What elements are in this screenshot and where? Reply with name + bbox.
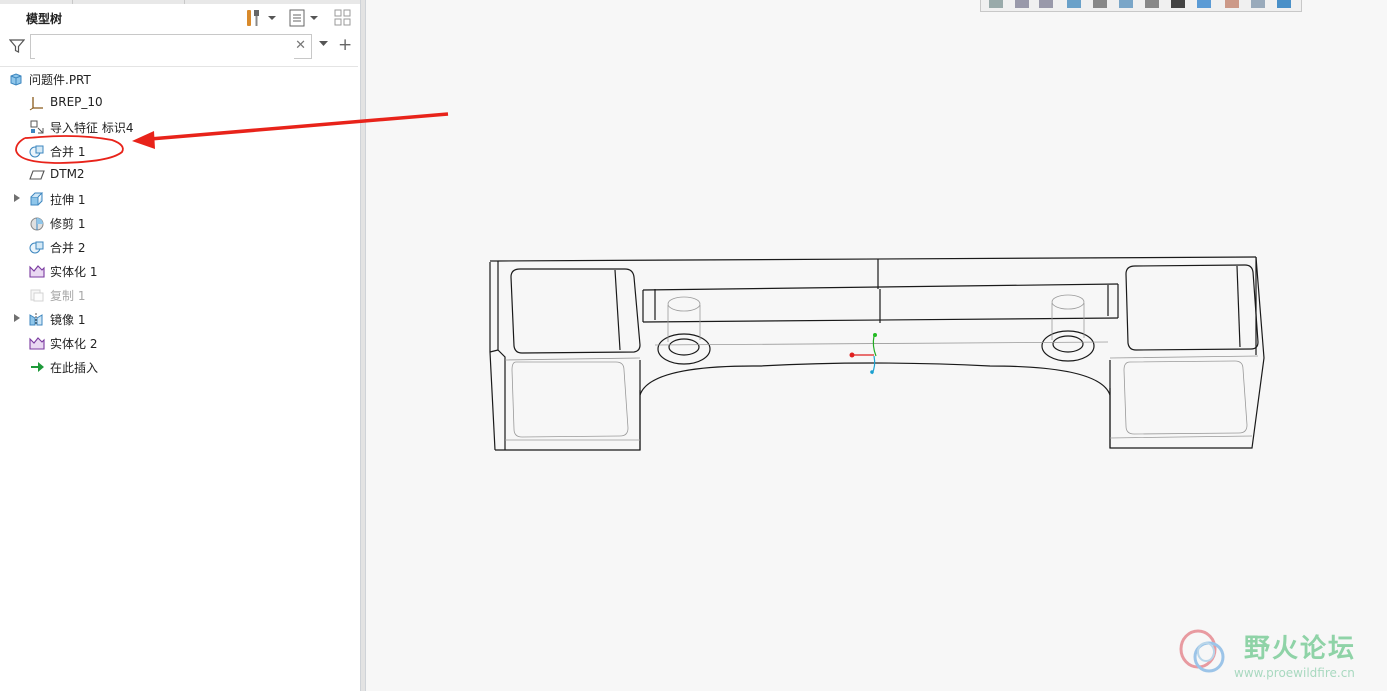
watermark-name: 野火论坛 [1244, 634, 1357, 664]
zoom-in-icon[interactable] [1015, 0, 1029, 8]
expand-triangle-icon[interactable] [14, 314, 20, 322]
extrude-icon [30, 192, 44, 206]
saved-views-icon[interactable] [1119, 0, 1133, 8]
zoom-out-icon[interactable] [1039, 0, 1053, 8]
expand-triangle-icon[interactable] [14, 194, 20, 202]
view-manager-icon[interactable] [1145, 0, 1159, 8]
insert-here-arrow-icon [31, 362, 44, 372]
tree-item-label: 拉伸 1 [50, 193, 86, 207]
zoom-window-icon[interactable] [989, 0, 1003, 8]
graphics-window[interactable] [366, 12, 1387, 691]
solidify-icon [29, 337, 45, 350]
tree-item-label: 复制 1 [50, 289, 86, 303]
annotation-display-icon[interactable] [1225, 0, 1239, 8]
watermark: 野火论坛 www.proewildfire.cn [1176, 624, 1386, 684]
mirror-icon [29, 313, 43, 326]
solidify-icon [29, 265, 45, 278]
display-style-icon[interactable] [1093, 0, 1107, 8]
watermark-url: www.proewildfire.cn [1234, 666, 1355, 680]
tree-item-label: 实体化 1 [50, 265, 98, 279]
red-annotation [15, 112, 449, 164]
watermark-logo-icon [1179, 629, 1225, 673]
csys-display-icon[interactable] [1277, 0, 1291, 8]
tree-item-label: 修剪 1 [50, 217, 86, 231]
copy-icon [30, 289, 44, 302]
repaint-icon[interactable] [1067, 0, 1081, 8]
merge-icon [29, 241, 44, 254]
perspective-icon[interactable] [1171, 0, 1185, 8]
tree-item-label: 镜像 1 [50, 313, 86, 327]
tree-item-label: 在此插入 [50, 361, 99, 375]
tree-item-label: 合并 2 [50, 241, 86, 255]
tree-item-label: 实体化 2 [50, 337, 98, 351]
trim-icon [30, 217, 44, 231]
graphics-toolbar [980, 0, 1302, 12]
datum-display-icon[interactable] [1197, 0, 1211, 8]
spin-center-icon[interactable] [1251, 0, 1265, 8]
